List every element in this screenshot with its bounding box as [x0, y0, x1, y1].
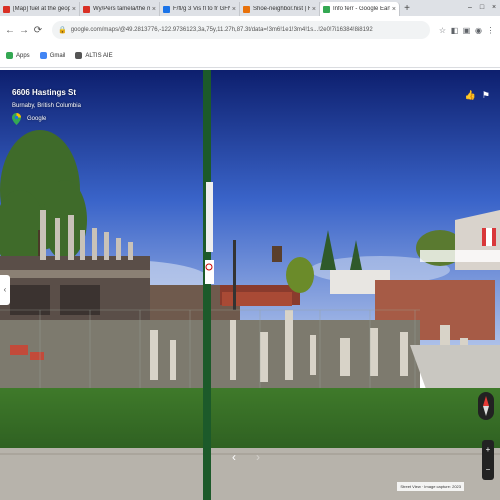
browser-toolbar: ← → ⟳ 🔒 google.com/maps/@49.2813776,-122… [0, 16, 500, 44]
tab-favicon-icon [243, 5, 250, 13]
panorama-navigation: ‹ › [232, 450, 260, 464]
profile-icon[interactable]: ◉ [473, 26, 484, 35]
tab-title: Wy/Pers tamela/the map of ap [93, 6, 150, 12]
bookmark-icon [39, 52, 47, 59]
tab-title: [Map] fuel at the geopo [13, 6, 70, 12]
tab-title: Shoe-neighbor.hist | Fotos [253, 6, 310, 12]
tab-favicon-icon [3, 5, 10, 13]
bookmarks-bar: Apps Gmail ALTIS AIE [0, 44, 500, 68]
bookmark-item[interactable]: Apps [6, 52, 30, 59]
reload-button[interactable]: ⟳ [32, 25, 44, 36]
tab-close-icon[interactable]: × [312, 6, 316, 13]
bookmark-item[interactable]: Gmail [39, 52, 66, 59]
tab-favicon-icon [83, 5, 90, 13]
tab-favicon-icon [163, 5, 170, 13]
url-text: google.com/maps/@49.2813776,-122.9736123… [70, 27, 373, 33]
tab-title: F/fl/g 3 Vis fl to fr GFN VFE/ [173, 6, 230, 12]
extension-icon[interactable]: ◧ [449, 26, 460, 35]
collapse-panel-button[interactable]: ‹ [0, 275, 10, 305]
google-maps-icon[interactable] [12, 113, 21, 125]
city-text: Burnaby, British Columbia [12, 103, 81, 109]
zoom-in-button[interactable]: + [482, 440, 494, 460]
bookmark-icon [6, 52, 13, 59]
bookmark-icon [75, 52, 83, 59]
bookmark-label: Apps [16, 52, 30, 59]
zoom-out-button[interactable]: − [482, 460, 494, 480]
browser-tab[interactable]: Info ferr - Google Earth × [320, 2, 400, 16]
tab-close-icon[interactable]: × [232, 6, 236, 13]
tab-title: Info ferr - Google Earth [333, 6, 390, 12]
tab-favicon-icon [323, 5, 330, 13]
street-view-footer: Street View · Image capture: 2023 [397, 482, 464, 491]
bookmark-item[interactable]: ALTIS AIE [75, 52, 113, 59]
bookmark-label: Gmail [49, 52, 66, 59]
back-button[interactable]: ← [4, 25, 16, 36]
chevron-left-icon[interactable]: ‹ [232, 450, 236, 464]
location-info-card: 6606 Hastings St Burnaby, British Columb… [12, 88, 81, 125]
window-controls: – □ × [464, 0, 500, 16]
maximize-icon[interactable]: □ [476, 0, 488, 16]
browser-tab[interactable]: Shoe-neighbor.hist | Fotos× [240, 2, 320, 16]
tab-close-icon[interactable]: × [152, 6, 156, 13]
close-window-icon[interactable]: × [488, 0, 500, 16]
panorama-image [0, 70, 500, 500]
browser-tab[interactable]: Wy/Pers tamela/the map of ap× [80, 2, 160, 16]
lock-icon: 🔒 [58, 27, 67, 34]
browser-tab[interactable]: F/fl/g 3 Vis fl to fr GFN VFE/× [160, 2, 240, 16]
report-flag-icon[interactable]: ⚑ [482, 90, 490, 101]
extension-icon-2[interactable]: ▣ [461, 26, 472, 35]
menu-icon[interactable]: ⋮ [485, 26, 496, 35]
compass-icon[interactable] [478, 392, 494, 420]
tab-close-icon[interactable]: × [392, 6, 396, 13]
street-view-panorama[interactable] [0, 70, 500, 500]
zoom-controls: + − [482, 440, 494, 480]
new-tab-button[interactable]: + [400, 2, 414, 16]
thumbs-up-icon[interactable]: 👍 [465, 90, 476, 101]
address-bar[interactable]: 🔒 google.com/maps/@49.2813776,-122.97361… [52, 21, 430, 39]
address-text: 6606 Hastings St [12, 88, 77, 97]
tab-strip: [Map] fuel at the geopo × Wy/Pers tamela/t… [0, 0, 500, 16]
google-label: Google [27, 116, 47, 122]
tab-close-icon[interactable]: × [72, 6, 76, 13]
minimize-icon[interactable]: – [464, 0, 476, 16]
panorama-top-actions: 👍 ⚑ [465, 90, 490, 101]
forward-button[interactable]: → [18, 25, 30, 36]
chevron-right-icon[interactable]: › [256, 450, 260, 464]
browser-tab[interactable]: [Map] fuel at the geopo × [0, 2, 80, 16]
bookmark-label: ALTIS AIE [85, 52, 113, 59]
bookmark-star-icon[interactable]: ☆ [437, 26, 448, 35]
